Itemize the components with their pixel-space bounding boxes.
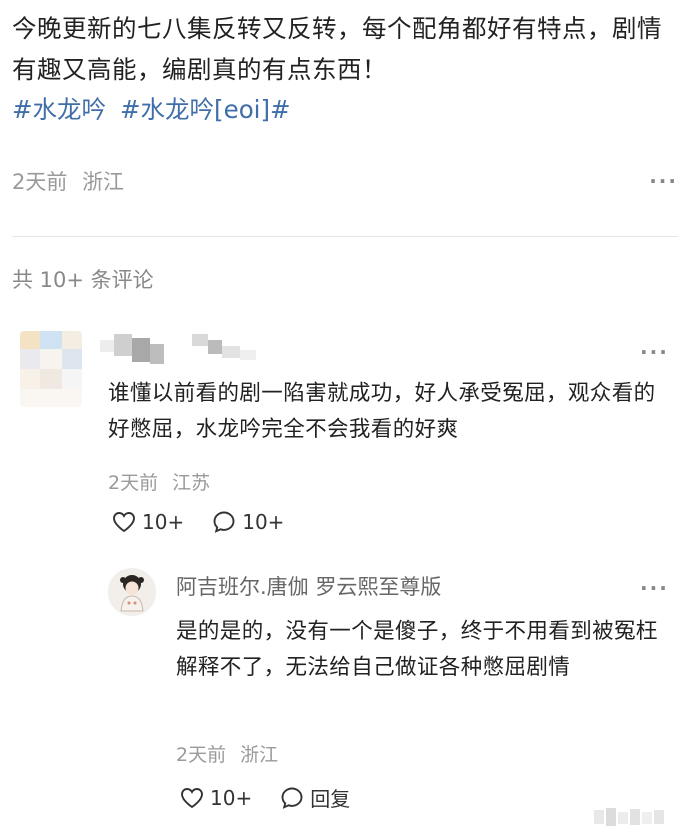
comments-count: 共 10+ 条评论 — [12, 268, 154, 292]
reply-count-button[interactable]: 10+ — [212, 510, 284, 534]
divider — [12, 236, 678, 237]
comment-time: 2天前 — [108, 472, 159, 494]
like-count: 10+ — [142, 510, 185, 534]
reply-location: 浙江 — [240, 744, 279, 766]
reply-like-count: 10+ — [210, 785, 253, 810]
tag-shuilongyin[interactable]: #水龙吟 — [12, 95, 106, 124]
reply-meta: 2天前 浙江 — [176, 740, 278, 767]
reply-more-icon[interactable]: ··· — [640, 576, 669, 600]
post-meta-row: 2天前 浙江 ··· — [12, 164, 678, 198]
post-meta: 2天前 浙江 — [12, 166, 124, 196]
comment-location: 江苏 — [172, 472, 211, 494]
more-dots-icon[interactable]: ··· — [649, 169, 678, 193]
post-tags: #水龙吟 #水龙吟[eoi]# — [12, 90, 682, 130]
reply-count: 10+ — [242, 510, 285, 534]
reply-text: 是的是的，没有一个是傻子，终于不用看到被冤枉解释不了，无法给自己做证各种憋屈剧情 — [176, 619, 658, 680]
reply-avatar[interactable] — [108, 568, 156, 616]
reply-author[interactable]: 阿吉班尔.唐伽 罗云熙至尊版 — [176, 571, 441, 601]
heart-icon — [113, 512, 135, 533]
reply-button[interactable]: 回复 — [280, 783, 350, 812]
like-button[interactable]: 10+ — [112, 510, 184, 534]
heart-icon — [181, 787, 203, 808]
avatar-illustration-icon — [120, 575, 144, 612]
post-location: 浙江 — [82, 170, 125, 194]
post: 今晚更新的七八集反转又反转，每个配角都好有特点，剧情有趣又高能，编剧真的有点东西… — [12, 8, 682, 130]
comment-meta: 2天前 江苏 — [108, 468, 210, 495]
post-time: 2天前 — [12, 170, 68, 194]
reply-actions: 10+ 回复 — [180, 783, 378, 812]
comment-more-icon[interactable]: ··· — [640, 340, 669, 364]
reply-label: 回复 — [310, 787, 351, 811]
reply-time: 2天前 — [176, 744, 227, 766]
reply-like-button[interactable]: 10+ — [180, 786, 252, 810]
comment-bubble-icon — [281, 787, 303, 809]
tag-shuilongyin-eoi[interactable]: #水龙吟[eoi]# — [120, 95, 291, 124]
comment-bubble-icon — [213, 511, 235, 533]
watermark-mosaic — [594, 806, 674, 832]
comment-text: 谁懂以前看的剧一陷害就成功，好人承受冤屈，观众看的好憋屈，水龙吟完全不会我看的好… — [108, 381, 656, 442]
post-text: 今晚更新的七八集反转又反转，每个配角都好有特点，剧情有趣又高能，编剧真的有点东西… — [12, 14, 662, 84]
username-blurred[interactable] — [100, 334, 270, 368]
comment-actions: 10+ 10+ — [112, 510, 312, 534]
avatar[interactable] — [20, 331, 82, 407]
